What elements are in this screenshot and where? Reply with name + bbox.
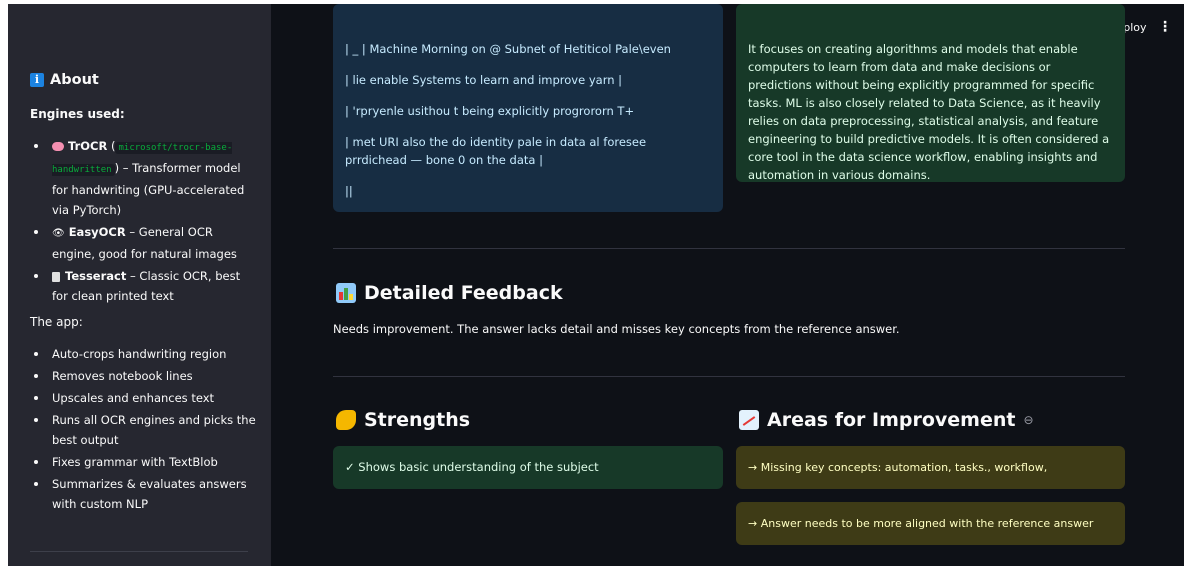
strengths-title: Strengths — [364, 409, 471, 431]
engines-label: Engines used: — [30, 107, 125, 121]
sidebar-divider — [30, 551, 248, 552]
reference-text: It focuses on creating algorithms and mo… — [748, 42, 1110, 182]
divider — [333, 376, 1125, 377]
link-icon[interactable]: ⊖ — [1023, 413, 1033, 427]
feedback-title: Detailed Feedback — [364, 282, 563, 304]
chart-increasing-icon — [739, 410, 759, 430]
app-window: i About Engines used: TrOCR (microsoft/t… — [8, 4, 1184, 566]
info-icon: i — [30, 73, 44, 87]
reference-answer-box: It focuses on creating algorithms and mo… — [736, 4, 1125, 182]
extracted-line: | met URI also the do identity pale in d… — [345, 135, 647, 167]
extracted-line: | _ | Machine Morning on @ Subnet of Het… — [345, 42, 671, 56]
improvement-item: → Answer needs to be more aligned with t… — [736, 502, 1125, 545]
list-item: 👁 EasyOCR – General OCR engine, good for … — [30, 222, 258, 264]
list-item: Removes notebook lines — [30, 366, 258, 386]
list-item: Auto-crops handwriting region — [30, 344, 258, 364]
feedback-heading: Detailed Feedback — [336, 282, 563, 304]
engines-list: TrOCR (microsoft/trocr-base-handwritten)… — [30, 136, 258, 308]
list-item: Upscales and enhances text — [30, 388, 258, 408]
app-label: The app: — [30, 315, 83, 329]
engine-name: EasyOCR — [68, 225, 126, 239]
extracted-line: || — [345, 184, 353, 198]
app-features-list: Auto-crops handwriting region Removes no… — [30, 344, 258, 516]
brain-icon — [52, 142, 64, 151]
improvements-heading: Areas for Improvement ⊖ — [739, 409, 1034, 431]
engine-name: TrOCR — [68, 139, 108, 153]
list-item: Runs all OCR engines and picks the best … — [30, 410, 258, 450]
about-heading: i About — [30, 72, 99, 88]
improvements-title: Areas for Improvement — [767, 409, 1016, 431]
sidebar: i About Engines used: TrOCR (microsoft/t… — [8, 4, 271, 566]
strengths-heading: Strengths — [336, 409, 470, 431]
extracted-line: | 'rpryenle usithou t being explicitly p… — [345, 104, 635, 118]
list-item: TrOCR (microsoft/trocr-base-handwritten)… — [30, 136, 258, 220]
feedback-text: Needs improvement. The answer lacks deta… — [333, 322, 900, 336]
about-title: About — [50, 72, 99, 88]
divider — [333, 248, 1125, 249]
extracted-text-box: | _ | Machine Morning on @ Subnet of Het… — [333, 4, 723, 212]
improvement-item: → Missing key concepts: automation, task… — [736, 446, 1125, 489]
list-item: Fixes grammar with TextBlob — [30, 452, 258, 472]
kebab-menu-icon[interactable]: ⋮ — [1158, 19, 1172, 35]
flexed-biceps-icon — [336, 410, 356, 430]
eye-icon: 👁 — [52, 228, 65, 239]
list-item: Summarizes & evaluates answers with cust… — [30, 474, 258, 514]
document-icon — [52, 271, 60, 282]
strength-item: ✓ Shows basic understanding of the subje… — [333, 446, 723, 489]
extracted-line: | lie enable Systems to learn and improv… — [345, 73, 623, 87]
engine-name: Tesseract — [65, 269, 127, 283]
bar-chart-icon — [336, 283, 356, 303]
list-item: Tesseract – Classic OCR, best for clean … — [30, 266, 258, 306]
